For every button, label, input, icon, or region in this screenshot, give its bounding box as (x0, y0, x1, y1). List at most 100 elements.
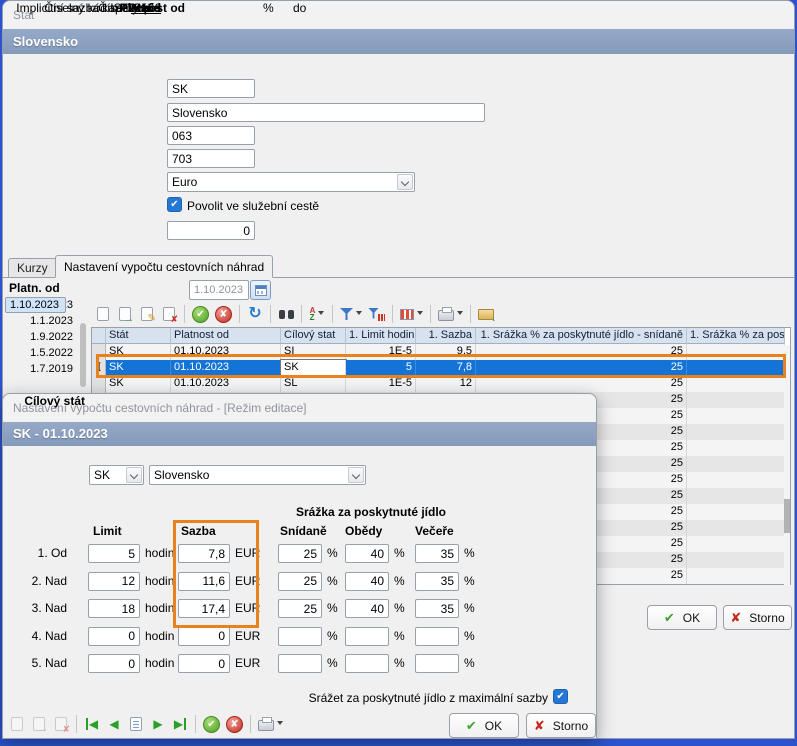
vecere-input[interactable] (415, 627, 459, 646)
next-record-icon[interactable]: ▶ (148, 713, 168, 735)
sazba-input[interactable]: 0 (178, 627, 230, 646)
table-row[interactable]: SK01.10.2023SI1E-59,525 (92, 344, 790, 360)
new-record-icon[interactable] (93, 303, 113, 325)
chevron-down-icon[interactable] (277, 721, 283, 728)
table-cell[interactable]: 25 (476, 344, 687, 360)
copy-record-icon[interactable] (115, 303, 135, 325)
platnost-list-scrollbar[interactable] (80, 323, 86, 387)
snidane-input[interactable] (278, 627, 322, 646)
chevron-down-icon[interactable] (126, 467, 142, 483)
column-header[interactable]: Stát (106, 328, 171, 344)
filter-icon[interactable] (338, 303, 364, 325)
column-header[interactable]: 1. Srážka % za pos (687, 328, 785, 344)
table-cell[interactable] (687, 440, 785, 456)
table-cell[interactable]: 01.10.2023 (171, 344, 281, 360)
print-icon[interactable] (256, 713, 285, 735)
obedy-input[interactable]: 40 (345, 572, 389, 591)
column-header[interactable]: Platnost od (171, 328, 281, 344)
vecere-input[interactable]: 35 (415, 572, 459, 591)
ciselny-kod-field[interactable]: 063 (167, 126, 255, 145)
chevron-down-icon[interactable] (457, 311, 463, 318)
table-cell[interactable]: SK (106, 376, 171, 392)
obedy-input[interactable]: 40 (345, 599, 389, 618)
table-cell[interactable]: 1E-5 (346, 376, 416, 392)
row-selector-cell[interactable]: I (92, 360, 106, 376)
chevron-down-icon[interactable] (417, 311, 423, 318)
column-header[interactable]: 1. Sazba (416, 328, 476, 344)
row-selector-cell[interactable] (92, 344, 106, 360)
table-cell[interactable] (687, 424, 785, 440)
chevron-down-icon[interactable] (318, 311, 324, 318)
chevron-down-icon[interactable] (348, 467, 364, 483)
platnost-od-filter-input[interactable]: 1.10.2023 (189, 280, 249, 300)
mena-select[interactable]: Euro (167, 172, 415, 192)
table-cell[interactable] (687, 488, 785, 504)
limit-input[interactable]: 18 (88, 599, 140, 618)
table-cell[interactable] (687, 408, 785, 424)
ok-button[interactable]: ✔ OK (647, 605, 717, 630)
sort-az-icon[interactable]: AZ (307, 303, 327, 325)
delete-record-icon[interactable] (159, 303, 179, 325)
accept-icon[interactable]: ✔ (201, 713, 222, 735)
tab-kurzy[interactable]: Kurzy (8, 258, 57, 278)
last-record-icon[interactable]: ▶ (170, 713, 190, 735)
limit-input[interactable]: 12 (88, 572, 140, 591)
limit-input[interactable]: 0 (88, 627, 140, 646)
obedy-input[interactable] (345, 627, 389, 646)
table-cell[interactable]: 25 (476, 376, 687, 392)
table-cell[interactable] (687, 344, 785, 360)
column-header[interactable]: Cílový stat (281, 328, 346, 344)
table-cell[interactable] (687, 360, 785, 376)
snidane-input[interactable]: 25 (278, 599, 322, 618)
vecere-input[interactable]: 35 (415, 544, 459, 563)
dialog-ok-button[interactable]: ✔ OK (449, 713, 519, 738)
table-row[interactable]: ISK01.10.2023SK57,825 (92, 360, 790, 376)
snidane-input[interactable]: 25 (278, 544, 322, 563)
storno-button[interactable]: ✘ Storno (723, 605, 792, 630)
table-cell[interactable] (687, 472, 785, 488)
dialog-storno-button[interactable]: ✘ Storno (526, 713, 596, 738)
implicitni-sazba-field[interactable]: 0 (167, 221, 255, 240)
chevron-down-icon[interactable] (397, 174, 413, 190)
table-cell[interactable]: 9,5 (416, 344, 476, 360)
sazba-input[interactable]: 11,6 (178, 572, 230, 591)
snidane-input[interactable] (278, 654, 322, 673)
first-record-icon[interactable]: ◀ (82, 713, 102, 735)
ciselny-kod-iso-field[interactable]: 703 (167, 149, 255, 168)
export-icon[interactable] (476, 303, 496, 325)
table-cell[interactable]: 1E-5 (346, 344, 416, 360)
print-icon[interactable] (436, 303, 465, 325)
srazet-checkbox[interactable] (553, 689, 568, 704)
edit-dialog-titlebar[interactable]: Nastavení výpočtu cestovních náhrad - [R… (3, 394, 596, 422)
table-cell[interactable]: 12 (416, 376, 476, 392)
table-cell[interactable] (687, 552, 785, 568)
table-scrollbar-thumb[interactable] (784, 499, 790, 533)
edit-record-icon[interactable] (137, 303, 157, 325)
table-cell[interactable]: SK (106, 344, 171, 360)
table-cell[interactable]: SI (281, 344, 346, 360)
table-cell[interactable]: 01.10.2023 (171, 360, 281, 376)
calendar-button[interactable] (250, 280, 271, 300)
obedy-input[interactable]: 40 (345, 544, 389, 563)
sazba-input[interactable]: 7,8 (178, 544, 230, 563)
columns-icon[interactable] (398, 303, 425, 325)
limit-input[interactable]: 5 (88, 544, 140, 563)
refresh-icon[interactable]: ↻ (245, 303, 265, 325)
table-cell[interactable] (687, 376, 785, 392)
table-cell[interactable] (687, 456, 785, 472)
table-scrollbar-track[interactable] (784, 345, 790, 585)
cancel-icon[interactable]: ✘ (213, 303, 234, 325)
table-cell[interactable]: SK (106, 360, 171, 376)
table-cell[interactable] (687, 568, 785, 584)
snidane-input[interactable]: 25 (278, 572, 322, 591)
table-row[interactable]: SK01.10.2023SL1E-51225 (92, 376, 790, 392)
platnost-list-item[interactable]: 1.1.2023 (5, 313, 79, 329)
table-cell[interactable]: 7,8 (416, 360, 476, 376)
table-cell[interactable] (687, 392, 785, 408)
kod-field[interactable]: SK (167, 79, 255, 98)
table-cell[interactable] (687, 520, 785, 536)
table-cell[interactable]: 01.10.2023 (171, 376, 281, 392)
record-detail-icon[interactable] (126, 713, 146, 735)
chevron-down-icon[interactable] (356, 311, 362, 318)
row-selector-cell[interactable] (92, 376, 106, 392)
